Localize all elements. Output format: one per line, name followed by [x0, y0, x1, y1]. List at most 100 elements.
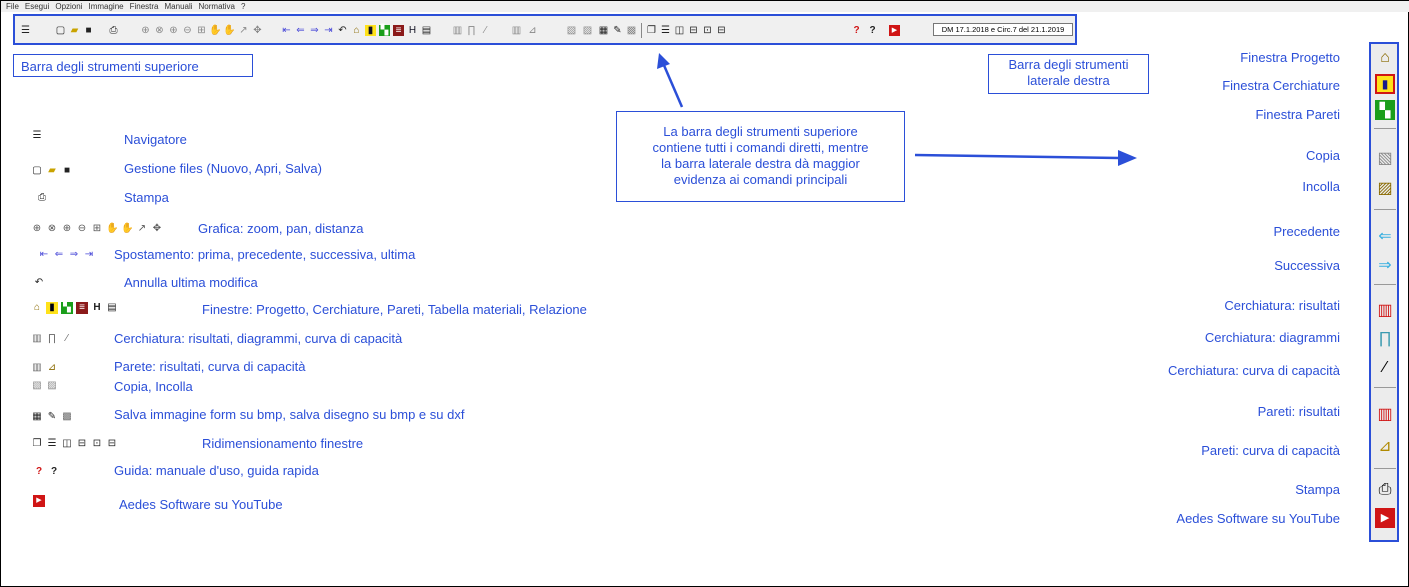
new-file-icon[interactable]: ▢ — [55, 25, 66, 36]
pan-icon[interactable]: ✋ — [209, 25, 221, 36]
undo-icon: ↶ — [34, 277, 44, 288]
first-icon[interactable]: ⇤ — [281, 25, 292, 36]
youtube-icon: ▶ — [33, 495, 45, 507]
right-label-progetto: Finestra Progetto — [1240, 50, 1340, 65]
zoom-plus-icon[interactable]: ⊕ — [168, 25, 179, 36]
zoom-window-icon: ⊗ — [47, 223, 57, 234]
cerchiature-window-icon[interactable]: ▮ — [365, 25, 376, 36]
legend-navigation: Spostamento: prima, precedente, successi… — [114, 247, 416, 262]
cerch-results-icon[interactable]: ▥ — [1375, 301, 1395, 321]
save-form-bmp-icon[interactable]: ▦ — [598, 25, 609, 36]
move-icon[interactable]: ✥ — [252, 25, 263, 36]
quick-guide-icon: ? — [50, 466, 58, 477]
zoom-all-icon: ⊞ — [92, 223, 102, 234]
pan-icon: ✋ — [106, 223, 119, 234]
project-window-icon: ⌂ — [33, 302, 41, 313]
menu-bar: File Esegui Opzioni Immagine Finestra Ma… — [1, 1, 1409, 12]
right-label-incolla: Incolla — [1302, 179, 1340, 194]
last-icon[interactable]: ⇥ — [323, 25, 334, 36]
next-icon[interactable]: ⇒ — [1375, 256, 1395, 276]
next-icon: ⇒ — [69, 249, 79, 260]
legend-icons-saveimg: ▦ ✎ ▩ — [31, 410, 73, 424]
paste-icon[interactable]: ▨ — [582, 25, 593, 36]
cerch-diagrams-icon[interactable]: ∏ — [1375, 329, 1395, 349]
wall-results-icon[interactable]: ▥ — [511, 25, 522, 36]
cascade-icon[interactable]: ❐ — [646, 25, 657, 36]
menu-file[interactable]: File — [6, 1, 19, 12]
wall-results-icon: ▥ — [32, 362, 42, 373]
menu-opzioni[interactable]: Opzioni — [55, 1, 82, 12]
zoom-minus-icon: ⊖ — [77, 223, 87, 234]
wall-curve-icon[interactable]: ⊿ — [1375, 437, 1395, 457]
paste-icon: ▨ — [47, 380, 57, 391]
right-label-successiva: Successiva — [1274, 258, 1340, 273]
menu-finestra[interactable]: Finestra — [130, 1, 159, 12]
print-icon[interactable]: ⎙ — [1375, 480, 1395, 500]
menu-immagine[interactable]: Immagine — [88, 1, 123, 12]
next-icon[interactable]: ⇒ — [309, 25, 320, 36]
minimize-all-icon: ⊟ — [107, 438, 117, 449]
menu-normativa[interactable]: Normativa — [199, 1, 235, 12]
h-icon[interactable]: H — [407, 25, 418, 36]
tile-vertical-icon: ◫ — [62, 438, 72, 449]
cerch-curve-icon[interactable]: ⁄ — [480, 25, 491, 36]
restore-icon[interactable]: ⊡ — [702, 25, 713, 36]
legend-windows: Finestre: Progetto, Cerchiature, Pareti,… — [202, 302, 587, 317]
tile-vertical-icon[interactable]: ◫ — [674, 25, 685, 36]
cerch-diagrams-icon[interactable]: ∏ — [466, 25, 477, 36]
legend-youtube: Aedes Software su YouTube — [119, 497, 283, 512]
tile-grid-icon[interactable]: ⊟ — [688, 25, 699, 36]
menu-manuali[interactable]: Manuali — [165, 1, 193, 12]
tile-horizontal-icon[interactable]: ☰ — [660, 25, 671, 36]
legend-icons-graphics: ⊕ ⊗ ⊕ ⊖ ⊞ ✋ ✋ ↗ ✥ — [31, 222, 163, 236]
undo-icon[interactable]: ↶ — [337, 25, 348, 36]
legend-copypaste: Copia, Incolla — [114, 379, 193, 394]
save-drawing-bmp-icon[interactable]: ✎ — [612, 25, 623, 36]
youtube-icon[interactable]: ▶ — [1375, 508, 1395, 528]
pan-all-icon[interactable]: ✋ — [223, 25, 235, 36]
navigator-icon[interactable]: ☰ — [20, 25, 31, 36]
cerch-results-icon[interactable]: ▥ — [452, 25, 463, 36]
zoom-minus-icon[interactable]: ⊖ — [182, 25, 193, 36]
legend-icons-print: ⎙ — [36, 191, 48, 205]
materials-table-icon[interactable]: ≡ — [393, 25, 404, 36]
youtube-icon[interactable]: ▶ — [889, 25, 900, 36]
navigator-icon: ☰ — [32, 130, 42, 141]
legend-saveimg: Salva immagine form su bmp, salva disegn… — [114, 407, 465, 422]
cerch-diagrams-icon: ∏ — [47, 333, 57, 344]
cerch-curve-icon[interactable]: ⁄ — [1375, 358, 1395, 378]
quick-guide-icon[interactable]: ? — [867, 25, 878, 36]
pareti-window-icon[interactable]: ▚ — [1375, 100, 1395, 120]
pareti-window-icon: ▚ — [61, 302, 73, 314]
print-icon[interactable]: ⎙ — [108, 25, 119, 36]
wall-curve-icon[interactable]: ⊿ — [527, 25, 538, 36]
report-icon[interactable]: ▤ — [421, 25, 432, 36]
wall-results-icon[interactable]: ▥ — [1375, 405, 1395, 425]
help-icon[interactable]: ? — [851, 25, 862, 36]
previous-icon[interactable]: ⇐ — [295, 25, 306, 36]
arrow-to-sidebar — [914, 150, 1137, 166]
last-icon: ⇥ — [84, 249, 94, 260]
legend-icons-navigation: ⇤ ⇐ ⇒ ⇥ — [38, 248, 95, 262]
cerchiature-window-icon[interactable]: ▮ — [1375, 74, 1395, 94]
distance-icon[interactable]: ↗ — [238, 25, 249, 36]
copy-icon[interactable]: ▧ — [566, 25, 577, 36]
paste-icon[interactable]: ▨ — [1375, 179, 1395, 199]
previous-icon[interactable]: ⇐ — [1375, 227, 1395, 247]
pareti-window-icon[interactable]: ▚ — [379, 25, 390, 36]
legend-print: Stampa — [124, 190, 169, 205]
zoom-in-icon[interactable]: ⊕ — [140, 25, 151, 36]
zoom-all-icon[interactable]: ⊞ — [196, 25, 207, 36]
project-window-icon[interactable]: ⌂ — [351, 25, 362, 36]
zoom-window-icon[interactable]: ⊗ — [154, 25, 165, 36]
save-dxf-icon[interactable]: ▩ — [626, 25, 637, 36]
project-window-icon[interactable]: ⌂ — [1375, 48, 1395, 68]
legend-parete: Parete: risultati, curva di capacità — [114, 359, 306, 374]
open-file-icon[interactable]: ▰ — [69, 25, 80, 36]
copy-icon[interactable]: ▧ — [1375, 149, 1395, 169]
minimize-all-icon[interactable]: ⊟ — [716, 25, 727, 36]
menu-esegui[interactable]: Esegui — [25, 1, 49, 12]
save-icon[interactable]: ■ — [83, 25, 94, 36]
menu-help[interactable]: ? — [241, 1, 245, 12]
wall-curve-icon: ⊿ — [47, 362, 57, 373]
